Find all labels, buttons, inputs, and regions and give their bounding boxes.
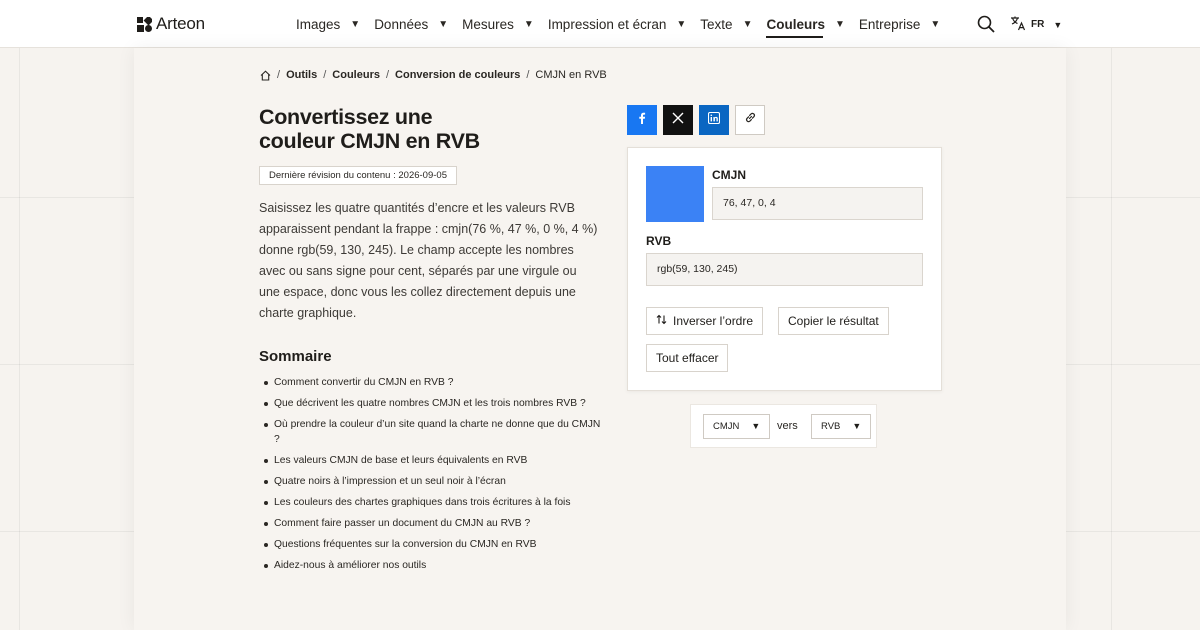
swap-order-button[interactable]: Inverser l’ordre <box>646 307 764 335</box>
toc-item[interactable]: Quatre noirs à l’impression et un seul n… <box>264 474 604 489</box>
color-swatch <box>646 166 704 222</box>
nav-item-label: Entreprise <box>858 16 921 32</box>
breadcrumb-item-outils[interactable]: Outils <box>286 69 317 81</box>
unit-joiner: vers <box>777 420 798 432</box>
share-linkedin-button[interactable] <box>699 105 729 135</box>
rvb-label: RVB <box>646 234 672 248</box>
intro-paragraph: Saisissez les quatre quantités d’encre e… <box>259 201 598 320</box>
toc-item[interactable]: Aidez-nous à améliorer nos outils <box>264 558 604 573</box>
nav-item-donnees[interactable]: Données ▼ <box>374 17 448 32</box>
home-icon[interactable] <box>260 69 271 81</box>
chevron-down-icon: ▼ <box>852 421 862 431</box>
search-icon[interactable] <box>977 15 995 33</box>
copy-result-button[interactable]: Copier le résultat <box>778 307 889 335</box>
to-unit-select[interactable]: RVB ▼ <box>811 414 872 439</box>
brand-logo-icon <box>137 15 154 32</box>
toc-title: Sommaire <box>259 348 332 365</box>
breadcrumb-separator: / <box>526 69 530 81</box>
breadcrumb-separator: / <box>385 69 390 81</box>
facebook-icon <box>636 111 648 129</box>
clear-all-button[interactable]: Tout effacer <box>646 344 729 372</box>
toc-item[interactable]: Questions fréquentes sur la conversion d… <box>264 537 604 552</box>
nav-item-label: Couleurs <box>766 16 825 32</box>
toc-item[interactable]: Où prendre la couleur d’un site quand la… <box>264 417 604 447</box>
breadcrumb-separator: / <box>277 69 281 81</box>
brand-logo[interactable]: Arteon <box>137 14 205 34</box>
toc-item[interactable]: Que décrivent les quatre nombres CMJN et… <box>264 396 604 411</box>
share-buttons <box>627 105 765 135</box>
page-title-line1: Convertissez une <box>259 105 433 129</box>
chevron-down-icon: ▼ <box>930 18 941 30</box>
to-unit-value: RVB <box>821 421 841 432</box>
x-icon <box>672 111 684 129</box>
page-title-line2: couleur CMJN en RVB <box>259 129 480 153</box>
toc-item[interactable]: Comment faire passer un document du CMJN… <box>264 516 604 531</box>
breadcrumb-separator: / <box>323 69 327 81</box>
nav-item-mesures[interactable]: Mesures ▼ <box>462 17 534 32</box>
swap-order-label: Inverser l’ordre <box>673 314 754 328</box>
from-unit-value: CMJN <box>713 421 740 432</box>
link-icon <box>744 111 757 129</box>
rvb-output[interactable]: rgb(59, 130, 245) <box>646 253 923 286</box>
chevron-down-icon: ▼ <box>742 18 753 30</box>
page-title: Convertissez une couleur CMJN en RVB <box>259 105 559 153</box>
nav-item-label: Impression et écran <box>547 16 667 32</box>
share-facebook-button[interactable] <box>627 105 657 135</box>
share-x-button[interactable] <box>663 105 693 135</box>
swap-arrows-icon <box>656 308 667 334</box>
unit-selector: CMJN ▼ vers RVB ▼ <box>690 404 877 448</box>
copy-link-button[interactable] <box>735 105 765 135</box>
nav-item-entreprise[interactable]: Entreprise ▼ <box>859 17 940 32</box>
chevron-down-icon: ▼ <box>676 18 687 30</box>
chevron-down-icon: ▼ <box>834 18 845 30</box>
cmjn-input[interactable]: 76, 47, 0, 4 <box>712 187 923 220</box>
nav-item-texte[interactable]: Texte ▼ <box>700 17 752 32</box>
nav-item-images[interactable]: Images ▼ <box>296 17 360 32</box>
revision-badge: Dernière révision du contenu : 2026-09-0… <box>259 166 457 185</box>
language-code: FR <box>1031 19 1045 30</box>
nav-item-impression[interactable]: Impression et écran ▼ <box>548 17 686 32</box>
chevron-down-icon: ▼ <box>1053 19 1063 30</box>
breadcrumb: / Outils / Couleurs / Conversion de coul… <box>260 69 607 81</box>
linkedin-icon <box>707 111 721 129</box>
converter-panel: CMJN 76, 47, 0, 4 RVB rgb(59, 130, 245) … <box>627 147 942 391</box>
nav-item-label: Données <box>374 16 429 32</box>
chevron-down-icon: ▼ <box>438 18 449 30</box>
toc-item[interactable]: Les valeurs CMJN de base et leurs équiva… <box>264 453 604 468</box>
chevron-down-icon: ▼ <box>350 18 361 30</box>
language-switcher[interactable]: FR ▼ <box>1010 15 1062 34</box>
breadcrumb-item-couleurs[interactable]: Couleurs <box>332 69 380 81</box>
chevron-down-icon: ▼ <box>523 18 534 30</box>
main-nav: Images ▼ Données ▼ Mesures ▼ Impression … <box>296 0 954 48</box>
toc-item[interactable]: Les couleurs des chartes graphiques dans… <box>264 495 604 510</box>
from-unit-select[interactable]: CMJN ▼ <box>703 414 771 439</box>
nav-item-couleurs[interactable]: Couleurs ▼ <box>766 16 845 38</box>
brand-name: Arteon <box>156 14 205 33</box>
toc-item[interactable]: Comment convertir du CMJN en RVB ? <box>264 375 604 390</box>
chevron-down-icon: ▼ <box>751 421 761 431</box>
nav-item-label: Mesures <box>462 16 514 32</box>
cmjn-label: CMJN <box>712 168 747 182</box>
translate-icon <box>1010 15 1026 34</box>
nav-item-label: Texte <box>700 16 733 32</box>
site-header: Arteon Images ▼ Données ▼ Mesures ▼ Impr… <box>0 0 1200 48</box>
breadcrumb-current: CMJN en RVB <box>535 69 607 81</box>
main-content: / Outils / Couleurs / Conversion de coul… <box>134 48 1066 630</box>
nav-item-label: Images <box>296 16 341 32</box>
breadcrumb-item-conversion[interactable]: Conversion de couleurs <box>395 69 520 81</box>
table-of-contents: Comment convertir du CMJN en RVB ? Que d… <box>264 375 604 579</box>
